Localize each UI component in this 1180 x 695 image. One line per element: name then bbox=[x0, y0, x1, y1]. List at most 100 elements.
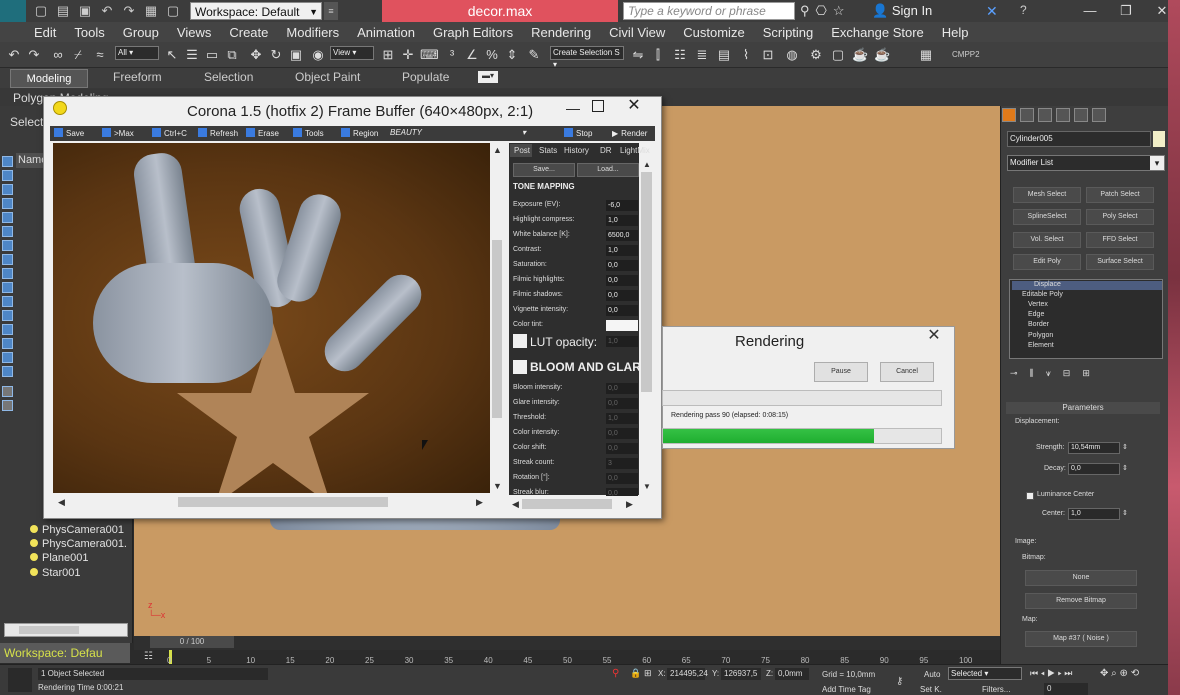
key-filters-button[interactable]: Filters... bbox=[982, 685, 1010, 694]
playback-controls[interactable]: ⏮ ◂ ▶ ▸ ⏭ bbox=[1030, 668, 1072, 679]
favorites-star-icon[interactable]: ☆ bbox=[833, 3, 845, 19]
new-file-icon[interactable]: ▢ bbox=[32, 2, 50, 20]
geometry-filter-icon[interactable] bbox=[2, 170, 13, 181]
utilities-tab-icon[interactable] bbox=[1092, 108, 1106, 122]
key-icon[interactable]: ⚷ bbox=[896, 676, 903, 687]
keyboard-shortcut-icon[interactable]: ⌨ bbox=[420, 47, 439, 63]
time-slider-track[interactable] bbox=[134, 636, 1000, 650]
shape-filter-icon[interactable] bbox=[2, 184, 13, 195]
tab-populate[interactable]: Populate bbox=[402, 70, 449, 84]
reference-coord-dropdown[interactable]: View ▾ bbox=[330, 46, 374, 60]
sign-in-link[interactable]: 👤 Sign In bbox=[872, 3, 932, 19]
menu-create[interactable]: Create bbox=[229, 25, 268, 40]
light-bulb-icon[interactable] bbox=[30, 525, 38, 533]
workspace-toggle-icon[interactable]: ▢ bbox=[164, 2, 182, 20]
parameters-rollout-header[interactable]: Parameters bbox=[1006, 402, 1160, 414]
render-channel-dropdown[interactable]: BEAUTY ▾ bbox=[390, 128, 526, 137]
viewport-nav-icons[interactable]: ✥ ⌕ ⊕ ⟲ bbox=[1100, 668, 1139, 679]
find-icon[interactable] bbox=[2, 386, 13, 397]
scroll-down-icon[interactable]: ▼ bbox=[493, 481, 502, 491]
angle-snap-icon[interactable]: ∠ bbox=[464, 47, 480, 63]
bloom-param-field[interactable]: 0,0 bbox=[606, 383, 638, 394]
maxscript-listener[interactable] bbox=[8, 668, 32, 692]
stack-item-vertex[interactable]: Vertex bbox=[1028, 301, 1048, 308]
post-save-button[interactable]: Save... bbox=[513, 163, 575, 177]
cmpp-label[interactable]: CMPP2 bbox=[952, 50, 980, 59]
tab-freeform[interactable]: Freeform bbox=[113, 70, 162, 84]
edit-named-selection-icon[interactable]: ✎ bbox=[526, 47, 542, 63]
select-object-icon[interactable]: ↖ bbox=[164, 47, 180, 63]
scene-explorer-hscrollbar[interactable] bbox=[4, 623, 128, 637]
z-coord-field[interactable]: 0,0mm bbox=[775, 668, 809, 680]
fb-tools-button[interactable]: Tools bbox=[293, 128, 324, 139]
auto-key-button[interactable]: Auto bbox=[924, 670, 940, 679]
bone-filter-icon[interactable] bbox=[2, 282, 13, 293]
bloom-param-field[interactable]: 1,0 bbox=[606, 413, 638, 424]
object-color-swatch[interactable] bbox=[1153, 131, 1165, 147]
fb-to-max-button[interactable]: >Max bbox=[102, 128, 134, 139]
post-load-button[interactable]: Load... bbox=[577, 163, 639, 177]
link-icon[interactable]: ∞ bbox=[50, 47, 66, 63]
menu-exchange-store[interactable]: Exchange Store bbox=[831, 25, 924, 40]
map-button[interactable]: Map #37 ( Noise ) bbox=[1025, 631, 1137, 647]
camera-filter-icon[interactable] bbox=[2, 212, 13, 223]
mirror-icon[interactable]: ⇋ bbox=[630, 47, 646, 63]
redo-icon[interactable]: ↷ bbox=[120, 2, 138, 20]
cancel-button[interactable]: Cancel bbox=[880, 362, 934, 382]
list-item[interactable]: Star001 bbox=[30, 566, 81, 580]
lut-opacity-field[interactable]: 1,0 bbox=[606, 336, 638, 347]
spline-select-button[interactable]: SplineSelect bbox=[1013, 209, 1081, 225]
bitmap-button[interactable]: None bbox=[1025, 570, 1137, 586]
maximize-icon[interactable] bbox=[592, 100, 604, 112]
hierarchy-tab-icon[interactable] bbox=[1038, 108, 1052, 122]
workspace-status-label[interactable]: Workspace: Defau bbox=[0, 643, 130, 663]
menu-group[interactable]: Group bbox=[123, 25, 159, 40]
center-field[interactable]: 1,0 bbox=[1068, 508, 1120, 520]
tab-history[interactable]: History bbox=[564, 146, 589, 155]
material-editor-icon[interactable]: ◍ bbox=[784, 47, 800, 63]
time-slider[interactable]: 0 / 100 bbox=[150, 636, 234, 648]
modifier-list-dropdown[interactable]: Modifier List ▾ bbox=[1007, 155, 1165, 171]
tab-lightmix[interactable]: LightMix bbox=[620, 146, 650, 155]
tab-stats[interactable]: Stats bbox=[539, 146, 557, 155]
display-tab-icon[interactable] bbox=[1074, 108, 1088, 122]
fb-erase-button[interactable]: Erase bbox=[246, 128, 279, 139]
scrollbar-thumb[interactable] bbox=[492, 240, 502, 418]
menu-scripting[interactable]: Scripting bbox=[763, 25, 814, 40]
unlink-icon[interactable]: ⌿ bbox=[70, 47, 86, 63]
list-item[interactable]: Plane001 bbox=[30, 551, 89, 565]
bind-spacewarp-icon[interactable]: ≈ bbox=[92, 47, 108, 63]
align-icon[interactable]: ⫿ bbox=[650, 47, 666, 63]
sort-icon[interactable] bbox=[2, 400, 13, 411]
invert-filter-icon[interactable] bbox=[2, 366, 13, 377]
binoculars-icon[interactable]: ⚲ bbox=[800, 3, 810, 19]
scroll-right-icon[interactable]: ▶ bbox=[476, 497, 483, 508]
pin-stack-icon[interactable]: ⊸ bbox=[1010, 368, 1018, 380]
edit-poly-button[interactable]: Edit Poly bbox=[1013, 254, 1081, 270]
center-spinner-icon[interactable]: ⇕ bbox=[1122, 509, 1128, 517]
tone-param-field[interactable]: 0,0 bbox=[606, 260, 638, 271]
vol-select-button[interactable]: Vol. Select bbox=[1013, 232, 1081, 248]
scroll-right-icon[interactable]: ▶ bbox=[626, 499, 633, 510]
frozen-filter-icon[interactable] bbox=[2, 310, 13, 321]
spacewarp-filter-icon[interactable] bbox=[2, 240, 13, 251]
pivot-center-icon[interactable]: ⊞ bbox=[380, 47, 396, 63]
menu-civil-view[interactable]: Civil View bbox=[609, 25, 665, 40]
decay-spinner-icon[interactable]: ⇕ bbox=[1122, 464, 1128, 472]
schematic-view-icon[interactable]: ⊡ bbox=[760, 47, 776, 63]
group-filter-icon[interactable] bbox=[2, 254, 13, 265]
current-frame-field[interactable]: 0 bbox=[1044, 683, 1088, 695]
tab-object-paint[interactable]: Object Paint bbox=[295, 70, 360, 84]
make-unique-icon[interactable]: ⩛ bbox=[1046, 368, 1051, 380]
light-filter-icon[interactable] bbox=[2, 198, 13, 209]
save-file-icon[interactable]: ▣ bbox=[76, 2, 94, 20]
menu-graph-editors[interactable]: Graph Editors bbox=[433, 25, 513, 40]
window-crossing-icon[interactable]: ⧉ bbox=[224, 47, 240, 63]
poly-select-button[interactable]: Poly Select bbox=[1086, 209, 1154, 225]
remove-modifier-icon[interactable]: ⊟ bbox=[1063, 368, 1071, 380]
fb-refresh-button[interactable]: Refresh bbox=[198, 128, 238, 139]
tone-param-field[interactable] bbox=[606, 320, 638, 331]
spinner-snap-icon[interactable]: ⇕ bbox=[504, 47, 520, 63]
light-bulb-icon[interactable] bbox=[30, 553, 38, 561]
exchange-icon[interactable]: ✕ bbox=[986, 3, 998, 20]
